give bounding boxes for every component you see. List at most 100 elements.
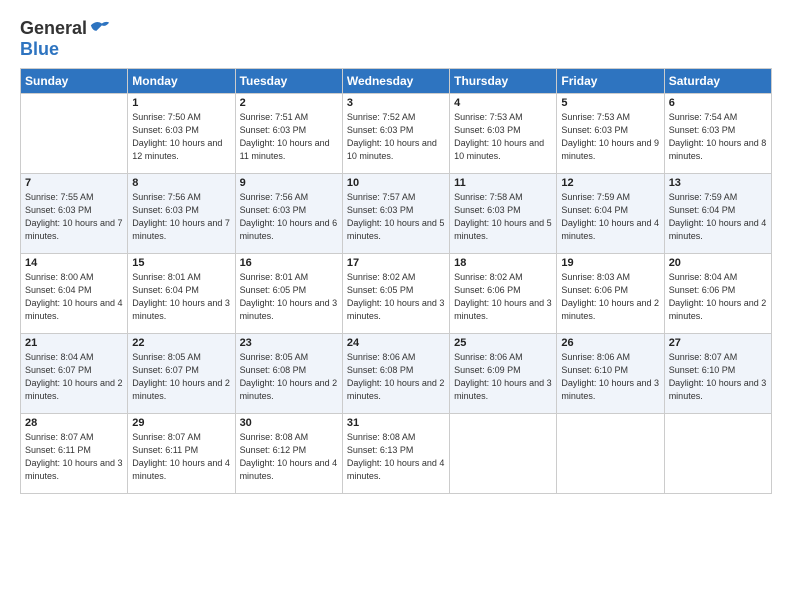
week-row-5: 28Sunrise: 8:07 AMSunset: 6:11 PMDayligh… (21, 413, 772, 493)
day-cell: 31Sunrise: 8:08 AMSunset: 6:13 PMDayligh… (342, 413, 449, 493)
day-cell: 15 Sunrise: 8:01 AMSunset: 6:04 PMDayligh… (128, 253, 235, 333)
day-info: Sunrise: 7:58 AMSunset: 6:03 PMDaylight:… (454, 191, 552, 243)
day-info: Sunrise: 7:54 AMSunset: 6:03 PMDaylight:… (669, 111, 767, 163)
day-number: 6 (669, 97, 767, 109)
day-info: Sunrise: 7:59 AMSunset: 6:04 PMDaylight:… (669, 191, 767, 243)
day-info: Sunrise: 8:06 AMSunset: 6:08 PMDaylight:… (347, 351, 445, 403)
day-cell (664, 413, 771, 493)
day-info: Sunrise: 8:01 AMSunset: 6:05 PMDaylight:… (240, 271, 338, 323)
logo-text: General Blue (20, 18, 111, 60)
logo: General Blue (20, 18, 111, 60)
day-number: 4 (454, 97, 552, 109)
page: General Blue SundayMondayTuesdayWednesda… (0, 0, 792, 612)
header-sunday: Sunday (21, 68, 128, 93)
day-cell: 22Sunrise: 8:05 AMSunset: 6:07 PMDayligh… (128, 333, 235, 413)
calendar-table: SundayMondayTuesdayWednesdayThursdayFrid… (20, 68, 772, 494)
day-number: 19 (561, 257, 659, 269)
day-number: 24 (347, 337, 445, 349)
header: General Blue (20, 18, 772, 60)
header-tuesday: Tuesday (235, 68, 342, 93)
day-info: Sunrise: 7:52 AMSunset: 6:03 PMDaylight:… (347, 111, 445, 163)
week-row-2: 7Sunrise: 7:55 AMSunset: 6:03 PMDaylight… (21, 173, 772, 253)
day-info: Sunrise: 8:07 AMSunset: 6:11 PMDaylight:… (25, 431, 123, 483)
day-cell: 18 Sunrise: 8:02 AMSunset: 6:06 PMDayligh… (450, 253, 557, 333)
day-cell: 9 Sunrise: 7:56 AMSunset: 6:03 PMDaylight… (235, 173, 342, 253)
day-number: 10 (347, 177, 445, 189)
day-cell: 23Sunrise: 8:05 AMSunset: 6:08 PMDayligh… (235, 333, 342, 413)
day-number: 31 (347, 417, 445, 429)
day-info: Sunrise: 7:56 AMSunset: 6:03 PMDaylight:… (132, 191, 230, 243)
day-number: 20 (669, 257, 767, 269)
week-row-1: 1 Sunrise: 7:50 AMSunset: 6:03 PMDaylight… (21, 93, 772, 173)
header-saturday: Saturday (664, 68, 771, 93)
logo-general: General (20, 18, 87, 38)
day-info: Sunrise: 8:06 AMSunset: 6:09 PMDaylight:… (454, 351, 552, 403)
day-number: 17 (347, 257, 445, 269)
day-number: 9 (240, 177, 338, 189)
day-cell: 12 Sunrise: 7:59 AMSunset: 6:04 PMDayligh… (557, 173, 664, 253)
day-cell: 30 Sunrise: 8:08 AMSunset: 6:12 PMDayligh… (235, 413, 342, 493)
day-number: 23 (240, 337, 338, 349)
day-info: Sunrise: 8:02 AMSunset: 6:06 PMDaylight:… (454, 271, 552, 323)
day-number: 11 (454, 177, 552, 189)
day-info: Sunrise: 7:59 AMSunset: 6:04 PMDaylight:… (561, 191, 659, 243)
day-info: Sunrise: 7:53 AMSunset: 6:03 PMDaylight:… (454, 111, 552, 163)
day-cell: 19 Sunrise: 8:03 AMSunset: 6:06 PMDayligh… (557, 253, 664, 333)
day-info: Sunrise: 8:05 AMSunset: 6:07 PMDaylight:… (132, 351, 230, 403)
day-cell: 5Sunrise: 7:53 AMSunset: 6:03 PMDaylight… (557, 93, 664, 173)
day-number: 15 (132, 257, 230, 269)
day-number: 8 (132, 177, 230, 189)
day-cell (450, 413, 557, 493)
day-number: 25 (454, 337, 552, 349)
day-number: 7 (25, 177, 123, 189)
logo-blue: Blue (20, 40, 111, 60)
day-number: 1 (132, 97, 230, 109)
day-cell: 10 Sunrise: 7:57 AMSunset: 6:03 PMDayligh… (342, 173, 449, 253)
logo-bird-icon (89, 18, 111, 40)
day-cell: 24 Sunrise: 8:06 AMSunset: 6:08 PMDayligh… (342, 333, 449, 413)
header-thursday: Thursday (450, 68, 557, 93)
day-info: Sunrise: 8:08 AMSunset: 6:12 PMDaylight:… (240, 431, 338, 483)
day-number: 3 (347, 97, 445, 109)
day-cell: 20 Sunrise: 8:04 AMSunset: 6:06 PMDayligh… (664, 253, 771, 333)
day-cell: 13Sunrise: 7:59 AMSunset: 6:04 PMDayligh… (664, 173, 771, 253)
day-cell: 8 Sunrise: 7:56 AMSunset: 6:03 PMDaylight… (128, 173, 235, 253)
day-cell: 28Sunrise: 8:07 AMSunset: 6:11 PMDayligh… (21, 413, 128, 493)
day-cell: 4 Sunrise: 7:53 AMSunset: 6:03 PMDaylight… (450, 93, 557, 173)
day-info: Sunrise: 8:00 AMSunset: 6:04 PMDaylight:… (25, 271, 123, 323)
day-cell: 1 Sunrise: 7:50 AMSunset: 6:03 PMDaylight… (128, 93, 235, 173)
day-cell: 14 Sunrise: 8:00 AMSunset: 6:04 PMDayligh… (21, 253, 128, 333)
day-info: Sunrise: 8:04 AMSunset: 6:06 PMDaylight:… (669, 271, 767, 323)
day-cell: 17Sunrise: 8:02 AMSunset: 6:05 PMDayligh… (342, 253, 449, 333)
day-info: Sunrise: 7:56 AMSunset: 6:03 PMDaylight:… (240, 191, 338, 243)
day-number: 2 (240, 97, 338, 109)
day-info: Sunrise: 8:03 AMSunset: 6:06 PMDaylight:… (561, 271, 659, 323)
header-monday: Monday (128, 68, 235, 93)
day-number: 18 (454, 257, 552, 269)
day-cell: 7Sunrise: 7:55 AMSunset: 6:03 PMDaylight… (21, 173, 128, 253)
header-friday: Friday (557, 68, 664, 93)
day-info: Sunrise: 8:07 AMSunset: 6:10 PMDaylight:… (669, 351, 767, 403)
day-info: Sunrise: 8:04 AMSunset: 6:07 PMDaylight:… (25, 351, 123, 403)
day-number: 5 (561, 97, 659, 109)
week-row-4: 21Sunrise: 8:04 AMSunset: 6:07 PMDayligh… (21, 333, 772, 413)
day-cell: 21Sunrise: 8:04 AMSunset: 6:07 PMDayligh… (21, 333, 128, 413)
day-number: 16 (240, 257, 338, 269)
header-row: SundayMondayTuesdayWednesdayThursdayFrid… (21, 68, 772, 93)
day-info: Sunrise: 7:57 AMSunset: 6:03 PMDaylight:… (347, 191, 445, 243)
week-row-3: 14 Sunrise: 8:00 AMSunset: 6:04 PMDayligh… (21, 253, 772, 333)
day-cell: 25 Sunrise: 8:06 AMSunset: 6:09 PMDayligh… (450, 333, 557, 413)
day-number: 26 (561, 337, 659, 349)
day-cell: 6 Sunrise: 7:54 AMSunset: 6:03 PMDaylight… (664, 93, 771, 173)
day-number: 30 (240, 417, 338, 429)
day-number: 12 (561, 177, 659, 189)
day-number: 29 (132, 417, 230, 429)
day-number: 27 (669, 337, 767, 349)
header-wednesday: Wednesday (342, 68, 449, 93)
day-cell: 16 Sunrise: 8:01 AMSunset: 6:05 PMDayligh… (235, 253, 342, 333)
day-info: Sunrise: 7:50 AMSunset: 6:03 PMDaylight:… (132, 111, 230, 163)
day-cell: 11 Sunrise: 7:58 AMSunset: 6:03 PMDayligh… (450, 173, 557, 253)
day-number: 14 (25, 257, 123, 269)
day-info: Sunrise: 8:01 AMSunset: 6:04 PMDaylight:… (132, 271, 230, 323)
day-cell: 27 Sunrise: 8:07 AMSunset: 6:10 PMDayligh… (664, 333, 771, 413)
